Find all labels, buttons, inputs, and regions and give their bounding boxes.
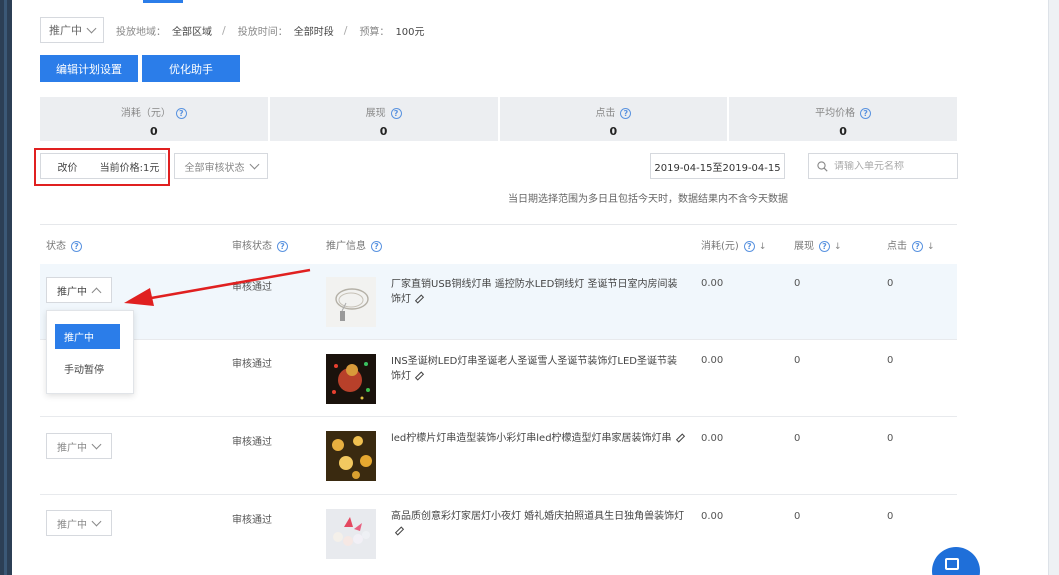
chat-icon (945, 558, 959, 570)
annotation-arrow-icon (124, 268, 311, 306)
